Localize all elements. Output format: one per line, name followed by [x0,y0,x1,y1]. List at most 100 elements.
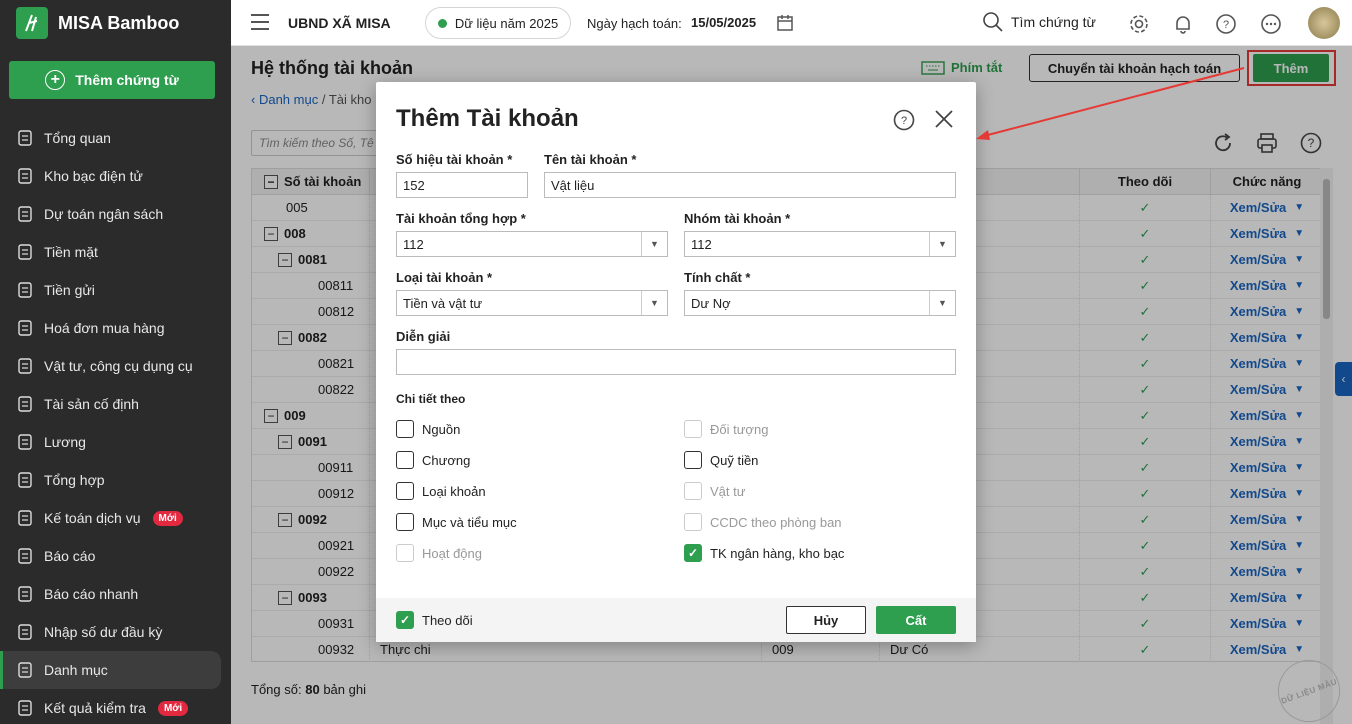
report-icon [16,547,34,565]
sidebar-item-label: Báo cáo [44,548,96,564]
sidebar-item-5[interactable]: Hoá đơn mua hàng [0,309,231,347]
sidebar-item-11[interactable]: Báo cáo [0,537,231,575]
follow-checkbox[interactable]: ✓ [396,611,414,629]
checkbox[interactable] [396,420,414,438]
dropdown-arrow-icon[interactable]: ▼ [641,232,667,256]
checkbox[interactable] [396,451,414,469]
account-name-label: Tên tài khoản * [544,152,637,167]
new-badge: Mới [152,510,183,526]
summary-icon [16,471,34,489]
checkbox-label: CCDC theo phòng ban [710,514,842,530]
account-name-input[interactable]: Vật liệu [544,172,956,198]
nature-select[interactable]: Dư Nợ ▼ [684,290,956,316]
parent-account-select[interactable]: 112 ▼ [396,231,668,257]
add-document-button[interactable]: + Thêm chứng từ [9,61,215,99]
checkbox-label: Nguồn [422,421,461,437]
sidebar-item-9[interactable]: Tổng hợp [0,461,231,499]
detail-option-right_options-4[interactable]: ✓ TK ngân hàng, kho bạc [684,544,844,562]
account-group-label: Nhóm tài khoản * [684,211,791,226]
data-year-label: Dữ liệu năm 2025 [454,15,559,31]
sidebar-item-15[interactable]: Kết quả kiểm tra Mới [0,689,231,724]
quick-report-icon [16,585,34,603]
more-icon[interactable] [1260,13,1282,35]
follow-checkbox-row[interactable]: ✓ Theo dõi [396,611,473,629]
sidebar-item-1[interactable]: Kho bạc điện tử [0,157,231,195]
checkbox[interactable] [396,513,414,531]
checkbox [396,544,414,562]
bell-icon[interactable] [1172,13,1194,35]
account-type-select[interactable]: Tiền và vật tư ▼ [396,290,668,316]
check-result-icon [16,699,34,717]
checkbox[interactable] [684,451,702,469]
sidebar-item-8[interactable]: Lương [0,423,231,461]
watermark-text: DỮ LIỆU MẪU [1279,676,1339,706]
description-label: Diễn giải [396,329,451,344]
sidebar-item-label: Tổng quan [44,130,111,146]
gear-icon[interactable] [1128,13,1150,35]
app-logo[interactable]: MISA Bamboo [0,0,231,46]
sidebar-item-label: Nhập số dư đầu kỳ [44,624,163,640]
avatar[interactable] [1308,7,1340,39]
sidebar-item-4[interactable]: Tiền gửi [0,271,231,309]
sidebar-item-2[interactable]: Dự toán ngân sách [0,195,231,233]
sidebar-item-label: Lương [44,434,86,450]
dropdown-arrow-icon[interactable]: ▼ [641,291,667,315]
sidebar-item-12[interactable]: Báo cáo nhanh [0,575,231,613]
dropdown-arrow-icon[interactable]: ▼ [929,291,955,315]
sidebar-item-10[interactable]: Kế toán dịch vụ Mới [0,499,231,537]
sidebar-item-6[interactable]: Vật tư, công cụ dụng cụ [0,347,231,385]
description-input[interactable] [396,349,956,375]
posting-date-value[interactable]: 15/05/2025 [691,15,756,30]
sidebar-item-3[interactable]: Tiền mặt [0,233,231,271]
budget-icon [16,205,34,223]
detail-option-right_options-3: CCDC theo phòng ban [684,513,842,531]
detail-option-left_options-3[interactable]: Mục và tiểu mục [396,513,517,531]
checkbox-label: Chương [422,452,471,468]
detail-option-right_options-2: Vật tư [684,482,745,500]
help-icon[interactable]: ? [1215,13,1237,35]
sidebar-item-label: Vật tư, công cụ dụng cụ [44,358,193,374]
cancel-button[interactable]: Hủy [786,606,866,634]
checkbox-label: TK ngân hàng, kho bạc [710,545,845,561]
sidebar-item-label: Kho bạc điện tử [44,168,143,184]
asset-icon [16,395,34,413]
calendar-icon[interactable] [776,14,794,32]
bamboo-logo-icon [16,7,48,39]
unit-name[interactable]: UBND XÃ MISA [288,15,391,31]
checkbox-label: Quỹ tiền [710,452,759,468]
detail-option-right_options-1[interactable]: Quỹ tiền [684,451,758,469]
sidebar-item-7[interactable]: Tài sản cố định [0,385,231,423]
checkbox[interactable] [396,482,414,500]
sidebar-item-0[interactable]: Tổng quan [0,119,231,157]
sidebar-item-13[interactable]: Nhập số dư đầu kỳ [0,613,231,651]
account-no-input[interactable]: 152 [396,172,528,198]
account-group-select[interactable]: 112 ▼ [684,231,956,257]
account-no-label: Số hiệu tài khoản * [396,152,513,167]
parent-account-value: 112 [403,236,424,252]
sidebar-item-label: Danh mục [44,662,108,678]
svg-text:?: ? [901,115,907,127]
checkbox [684,482,702,500]
dialog-help-icon[interactable]: ? [893,109,915,131]
search-document-button[interactable]: Tìm chứng từ [983,12,1096,32]
catalog-icon [16,661,34,679]
account-type-label: Loại tài khoản * [396,270,493,285]
detail-option-right_options-0: Đối tượng [684,420,768,438]
top-bar: UBND XÃ MISA Dữ liệu năm 2025 Ngày hạch … [231,0,1352,46]
sidebar-item-label: Tiền mặt [44,244,98,260]
detail-option-left_options-1[interactable]: Chương [396,451,470,469]
checkbox[interactable]: ✓ [684,544,702,562]
detail-option-left_options-2[interactable]: Loại khoản [396,482,486,500]
new-badge: Mới [157,700,189,716]
dropdown-arrow-icon[interactable]: ▼ [929,232,955,256]
sidebar-item-14[interactable]: Danh mục [0,651,221,689]
detail-option-left_options-0[interactable]: Nguồn [396,420,460,438]
salary-icon [16,433,34,451]
save-button[interactable]: Cất [876,606,956,634]
svg-text:?: ? [1223,19,1229,31]
monitor-icon [16,167,34,185]
sidebar-item-label: Tiền gửi [44,282,95,298]
menu-icon[interactable] [251,14,269,30]
data-year-selector[interactable]: Dữ liệu năm 2025 [425,7,571,39]
close-icon[interactable] [934,109,954,129]
